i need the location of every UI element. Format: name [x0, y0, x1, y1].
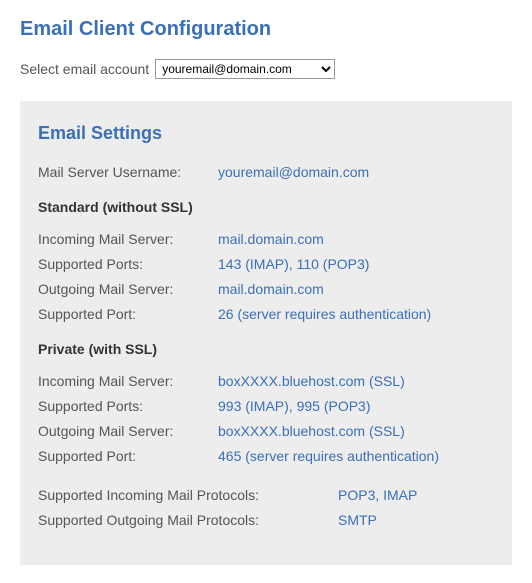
row-standard-port: Supported Port: 26 (server requires auth… — [38, 304, 494, 325]
label-protocol-outgoing: Supported Outgoing Mail Protocols: — [38, 510, 338, 531]
account-selector-row: Select email account youremail@domain.co… — [20, 59, 512, 79]
label-private-outgoing: Outgoing Mail Server: — [38, 421, 218, 442]
account-select[interactable]: youremail@domain.com — [155, 59, 335, 79]
label-protocol-incoming: Supported Incoming Mail Protocols: — [38, 485, 338, 506]
value-standard-ports: 143 (IMAP), 110 (POP3) — [218, 254, 369, 275]
value-private-port: 465 (server requires authentication) — [218, 446, 439, 467]
settings-heading: Email Settings — [38, 123, 494, 144]
row-protocol-outgoing: Supported Outgoing Mail Protocols: SMTP — [38, 510, 494, 531]
row-private-outgoing: Outgoing Mail Server: boxXXXX.bluehost.c… — [38, 421, 494, 442]
label-username: Mail Server Username: — [38, 162, 218, 183]
label-private-port: Supported Port: — [38, 446, 218, 467]
value-standard-outgoing: mail.domain.com — [218, 279, 324, 300]
value-private-incoming: boxXXXX.bluehost.com (SSL) — [218, 371, 405, 392]
row-standard-outgoing: Outgoing Mail Server: mail.domain.com — [38, 279, 494, 300]
value-private-outgoing: boxXXXX.bluehost.com (SSL) — [218, 421, 405, 442]
label-standard-incoming: Incoming Mail Server: — [38, 229, 218, 250]
row-private-incoming: Incoming Mail Server: boxXXXX.bluehost.c… — [38, 371, 494, 392]
value-private-ports: 993 (IMAP), 995 (POP3) — [218, 396, 371, 417]
label-standard-ports: Supported Ports: — [38, 254, 218, 275]
row-standard-incoming: Incoming Mail Server: mail.domain.com — [38, 229, 494, 250]
row-private-ports: Supported Ports: 993 (IMAP), 995 (POP3) — [38, 396, 494, 417]
value-username: youremail@domain.com — [218, 162, 369, 183]
row-standard-ports: Supported Ports: 143 (IMAP), 110 (POP3) — [38, 254, 494, 275]
value-protocol-outgoing: SMTP — [338, 510, 377, 531]
row-private-port: Supported Port: 465 (server requires aut… — [38, 446, 494, 467]
account-select-label: Select email account — [20, 61, 149, 77]
value-standard-port: 26 (server requires authentication) — [218, 304, 431, 325]
value-protocol-incoming: POP3, IMAP — [338, 485, 417, 506]
row-protocol-incoming: Supported Incoming Mail Protocols: POP3,… — [38, 485, 494, 506]
label-private-incoming: Incoming Mail Server: — [38, 371, 218, 392]
email-settings-panel: Email Settings Mail Server Username: you… — [20, 101, 512, 565]
section-private-title: Private (with SSL) — [38, 341, 494, 357]
section-standard-title: Standard (without SSL) — [38, 199, 494, 215]
row-username: Mail Server Username: youremail@domain.c… — [38, 162, 494, 183]
label-standard-port: Supported Port: — [38, 304, 218, 325]
page-title: Email Client Configuration — [20, 18, 512, 41]
label-standard-outgoing: Outgoing Mail Server: — [38, 279, 218, 300]
label-private-ports: Supported Ports: — [38, 396, 218, 417]
value-standard-incoming: mail.domain.com — [218, 229, 324, 250]
